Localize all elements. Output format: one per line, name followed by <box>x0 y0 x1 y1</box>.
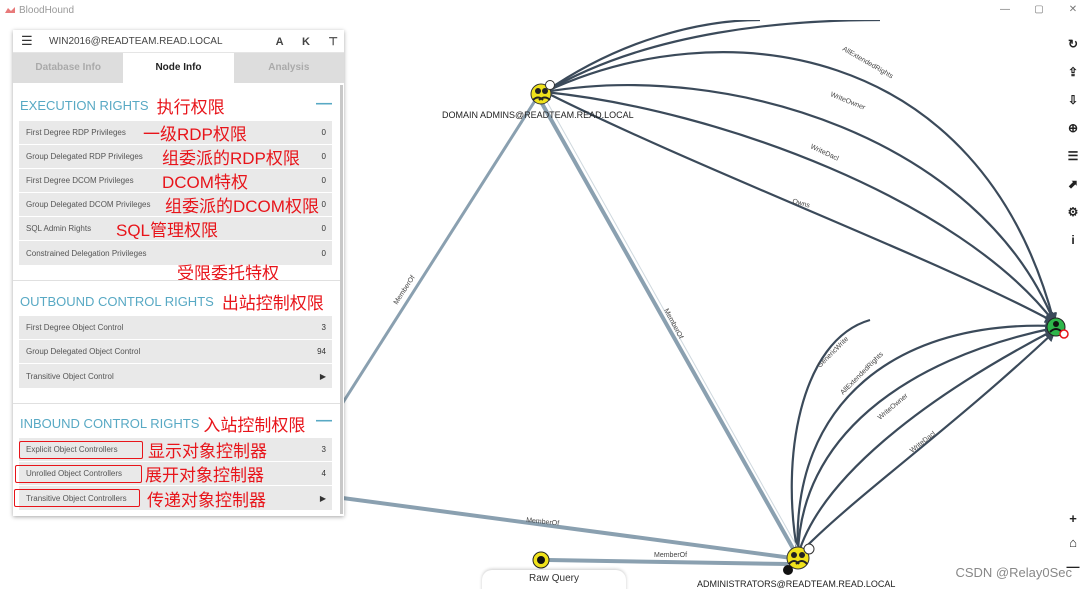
section-header-inbound[interactable]: INBOUND CONTROL RIGHTS 入站控制权限 <box>20 413 306 435</box>
bloodhound-app: BloodHound — ▢ ✕ AllExtendedRights Write… <box>0 0 1090 589</box>
node-label-administrators: ADMINISTRATORS@READTEAM.READ.LOCAL <box>697 579 895 589</box>
node-domain-admins[interactable] <box>530 80 555 105</box>
annotation: 出站控制权限 <box>221 293 324 313</box>
title-bar: BloodHound — ▢ ✕ <box>0 0 1090 20</box>
edges-domain-admins-to-target <box>544 20 1058 325</box>
list-item[interactable]: First Degree RDP Privileges 一级RDP权限 0 <box>19 121 332 145</box>
annotation: SQL管理权限 <box>116 221 219 240</box>
list-item[interactable]: Transitive Object Control ▶ <box>19 364 332 388</box>
crown-badge-icon <box>545 80 555 90</box>
bloodhound-logo-icon <box>5 7 15 13</box>
collapse-icon[interactable]: — <box>316 412 332 430</box>
node-administrators[interactable] <box>783 543 815 575</box>
node-info-panel: ☰ WIN2016@READTEAM.READ.LOCAL A K ⊤ Data… <box>13 30 344 516</box>
section-title: EXECUTION RIGHTS <box>20 97 149 113</box>
section-header-execution[interactable]: EXECUTION RIGHTS 执行权限 <box>20 95 225 117</box>
minimize-button[interactable]: — <box>988 0 1022 20</box>
window-controls: — ▢ ✕ <box>988 0 1090 20</box>
layout-icon[interactable]: ⬈ <box>1062 170 1084 198</box>
list-item[interactable]: Unrolled Object Controllers 展开对象控制器 4 <box>15 462 332 486</box>
list-item[interactable]: First Degree Object Control 3 <box>19 316 332 340</box>
node-query-user[interactable] <box>532 551 550 569</box>
annotation: 入站控制权限 <box>203 415 306 435</box>
list-item[interactable]: First Degree DCOM Privileges DCOM特权 0 <box>19 169 332 193</box>
annotation: 一级RDP权限 <box>143 125 247 144</box>
search-input[interactable]: WIN2016@READTEAM.READ.LOCAL <box>49 36 262 47</box>
outbound-control-list: First Degree Object Control 3 Group Dele… <box>19 316 332 388</box>
restore-button[interactable]: ▢ <box>1022 0 1056 20</box>
tab-database-info[interactable]: Database Info <box>13 53 124 83</box>
highlight-box <box>15 465 142 483</box>
tab-analysis[interactable]: Analysis <box>233 53 344 83</box>
section-title: OUTBOUND CONTROL RIGHTS <box>20 293 214 309</box>
edge-label: WriteOwner <box>829 91 866 112</box>
list-item[interactable]: Explicit Object Controllers 显示对象控制器 3 <box>19 438 332 462</box>
inbound-control-list: Explicit Object Controllers 显示对象控制器 3 Un… <box>14 438 332 510</box>
scrollbar[interactable] <box>340 85 343 514</box>
edge-label: GenericWrite <box>816 336 850 370</box>
right-toolbar: ↻ ⇪ ⇩ ⊕ ☰ ⬈ ⚙ i <box>1062 30 1084 254</box>
edge-member-of-bottom[interactable] <box>334 495 793 560</box>
settings-icon[interactable]: ⚙ <box>1062 198 1084 226</box>
highlight-box <box>19 441 143 459</box>
import-icon[interactable]: ⇩ <box>1062 86 1084 114</box>
tab-node-info[interactable]: Node Info <box>123 53 234 83</box>
edges-member-of <box>333 95 801 566</box>
annotation: 传递对象控制器 <box>147 490 266 510</box>
export-icon[interactable]: ⇪ <box>1062 58 1084 86</box>
refresh-icon[interactable]: ↻ <box>1062 30 1084 58</box>
pathfinding-icon[interactable]: A <box>276 36 284 48</box>
list-item[interactable]: Transitive Object Controllers 传递对象控制器 ▶ <box>14 486 332 510</box>
section-header-outbound[interactable]: OUTBOUND CONTROL RIGHTS 出站控制权限 <box>20 291 324 313</box>
raw-query-toggle[interactable]: Raw Query <box>482 570 626 589</box>
menu-icon[interactable]: ☰ <box>21 33 33 49</box>
home-icon[interactable]: ⌂ <box>1062 530 1084 554</box>
execution-rights-list: First Degree RDP Privileges 一级RDP权限 0 Gr… <box>19 121 332 265</box>
list-item[interactable]: Group Delegated RDP Privileges 组委派的RDP权限… <box>19 145 332 169</box>
divider <box>13 280 340 281</box>
info-icon[interactable]: i <box>1062 226 1084 254</box>
list-item[interactable]: Group Delegated Object Control 94 <box>19 340 332 364</box>
window-title: BloodHound <box>19 4 75 16</box>
crown-badge-icon <box>803 543 815 555</box>
section-title: INBOUND CONTROL RIGHTS <box>20 415 200 431</box>
edge-member-of-left[interactable] <box>333 95 540 416</box>
watermark: CSDN @Relay0Sec <box>955 565 1072 580</box>
edge-label: WriteDacl <box>909 430 937 454</box>
filter-icon[interactable]: ⊤ <box>328 36 338 48</box>
queue-icon[interactable]: ☰ <box>1062 142 1084 170</box>
back-icon[interactable]: K <box>302 36 310 48</box>
list-item[interactable]: Group Delegated DCOM Privileges 组委派的DCOM… <box>19 193 332 217</box>
edge-all-extended-rights[interactable] <box>544 51 1058 325</box>
node-label-domain-admins: DOMAIN ADMINS@READTEAM.READ.LOCAL <box>442 110 634 120</box>
highlight-box <box>14 489 140 507</box>
edge-label: WriteDacl <box>809 143 840 162</box>
annotation: 展开对象控制器 <box>145 466 264 485</box>
tab-bar: Database Info Node Info Analysis <box>13 53 344 83</box>
search-bar: ☰ WIN2016@READTEAM.READ.LOCAL A K ⊤ <box>13 30 344 53</box>
edge-member-of-mid[interactable] <box>538 99 797 553</box>
edge-label: WriteOwner <box>877 392 910 421</box>
edge-member-of-query[interactable] <box>547 558 789 566</box>
divider <box>13 403 340 404</box>
edge-label: AllExtendedRights <box>839 351 885 397</box>
close-button[interactable]: ✕ <box>1056 0 1090 20</box>
annotation: 组委派的DCOM权限 <box>165 197 319 216</box>
annotation: 组委派的RDP权限 <box>162 149 300 168</box>
list-item[interactable]: Constrained Delegation Privileges 0 <box>19 241 332 265</box>
edge-label: MemberOf <box>654 552 687 559</box>
collapse-icon[interactable]: — <box>316 95 332 113</box>
annotation: DCOM特权 <box>162 173 248 192</box>
target-badge-icon <box>1059 329 1069 339</box>
annotation: 执行权限 <box>156 97 225 117</box>
edge[interactable] <box>544 20 881 93</box>
panel-body: EXECUTION RIGHTS 执行权限 — First Degree RDP… <box>13 83 344 516</box>
count-badge <box>783 565 793 575</box>
upload-icon[interactable]: ⊕ <box>1062 114 1084 142</box>
annotation: 显示对象控制器 <box>148 442 267 461</box>
zoom-in-icon[interactable]: + <box>1062 506 1084 530</box>
list-item[interactable]: SQL Admin Rights SQL管理权限 0 <box>19 217 332 241</box>
